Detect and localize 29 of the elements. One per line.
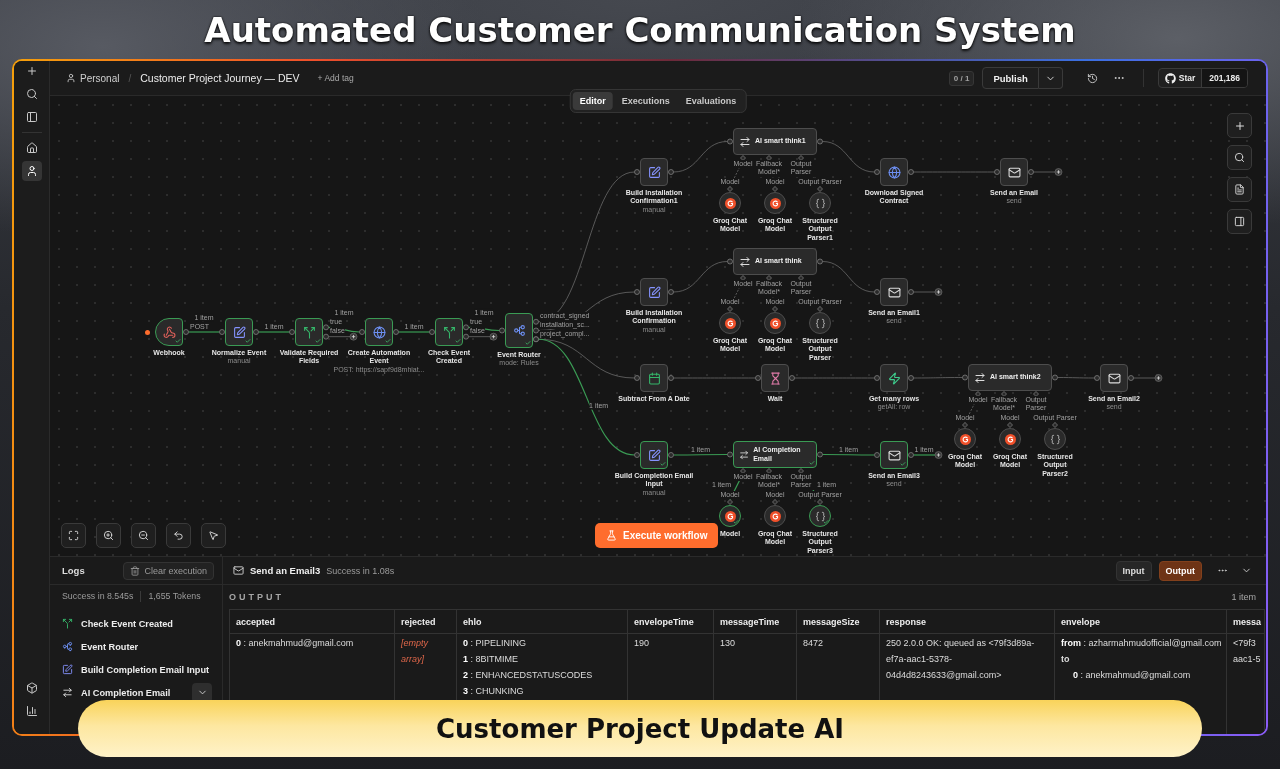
column-header: rejected bbox=[395, 610, 457, 634]
key-value-text: 0 : anekmahmud@gmail.com bbox=[1073, 669, 1192, 682]
table-cell: <79f3 aac1-5 bbox=[1227, 634, 1265, 734]
key-value-text: from : azharmahmudofficial@gmail.com bbox=[1061, 637, 1220, 650]
counter-badge: 0 / 1 bbox=[948, 70, 975, 86]
key-value-text: 0 : PIPELINING bbox=[463, 637, 528, 650]
column-header: accepted bbox=[230, 610, 395, 634]
token-count: 1,655 Tokens bbox=[148, 591, 201, 601]
key-value-text: 1 : 8BITMIME bbox=[463, 653, 520, 666]
page-title: Automated Customer Communication System bbox=[203, 8, 1077, 52]
logs-title: Logs bbox=[62, 565, 85, 576]
output-node-name: Send an Email3 bbox=[250, 565, 321, 576]
column-header: ehlo bbox=[457, 610, 628, 634]
key-value-text: 0 : anekmahmud@gmail.com bbox=[236, 637, 355, 650]
key-value-text: 3 : CHUNKING bbox=[463, 685, 525, 698]
breadcrumb-separator: / bbox=[128, 72, 132, 84]
column-header: messageTime bbox=[714, 610, 797, 634]
run-summary: Success in 8.545s bbox=[62, 591, 134, 601]
column-header: messa bbox=[1227, 610, 1265, 634]
output-status: Success in 1.08s bbox=[326, 565, 395, 576]
column-header: messageSize bbox=[797, 610, 880, 634]
caption-banner: Customer Project Update AI bbox=[78, 700, 1202, 757]
column-header: envelope bbox=[1055, 610, 1227, 634]
key-value-text: 2 : ENHANCEDSTATUSCODES bbox=[463, 669, 594, 682]
column-header: envelopeTime bbox=[628, 610, 714, 634]
column-header: response bbox=[880, 610, 1055, 634]
key-value-text: to bbox=[1061, 653, 1071, 666]
item-count: 1 item bbox=[1231, 592, 1256, 602]
section-label: OUTPUT bbox=[229, 592, 284, 602]
